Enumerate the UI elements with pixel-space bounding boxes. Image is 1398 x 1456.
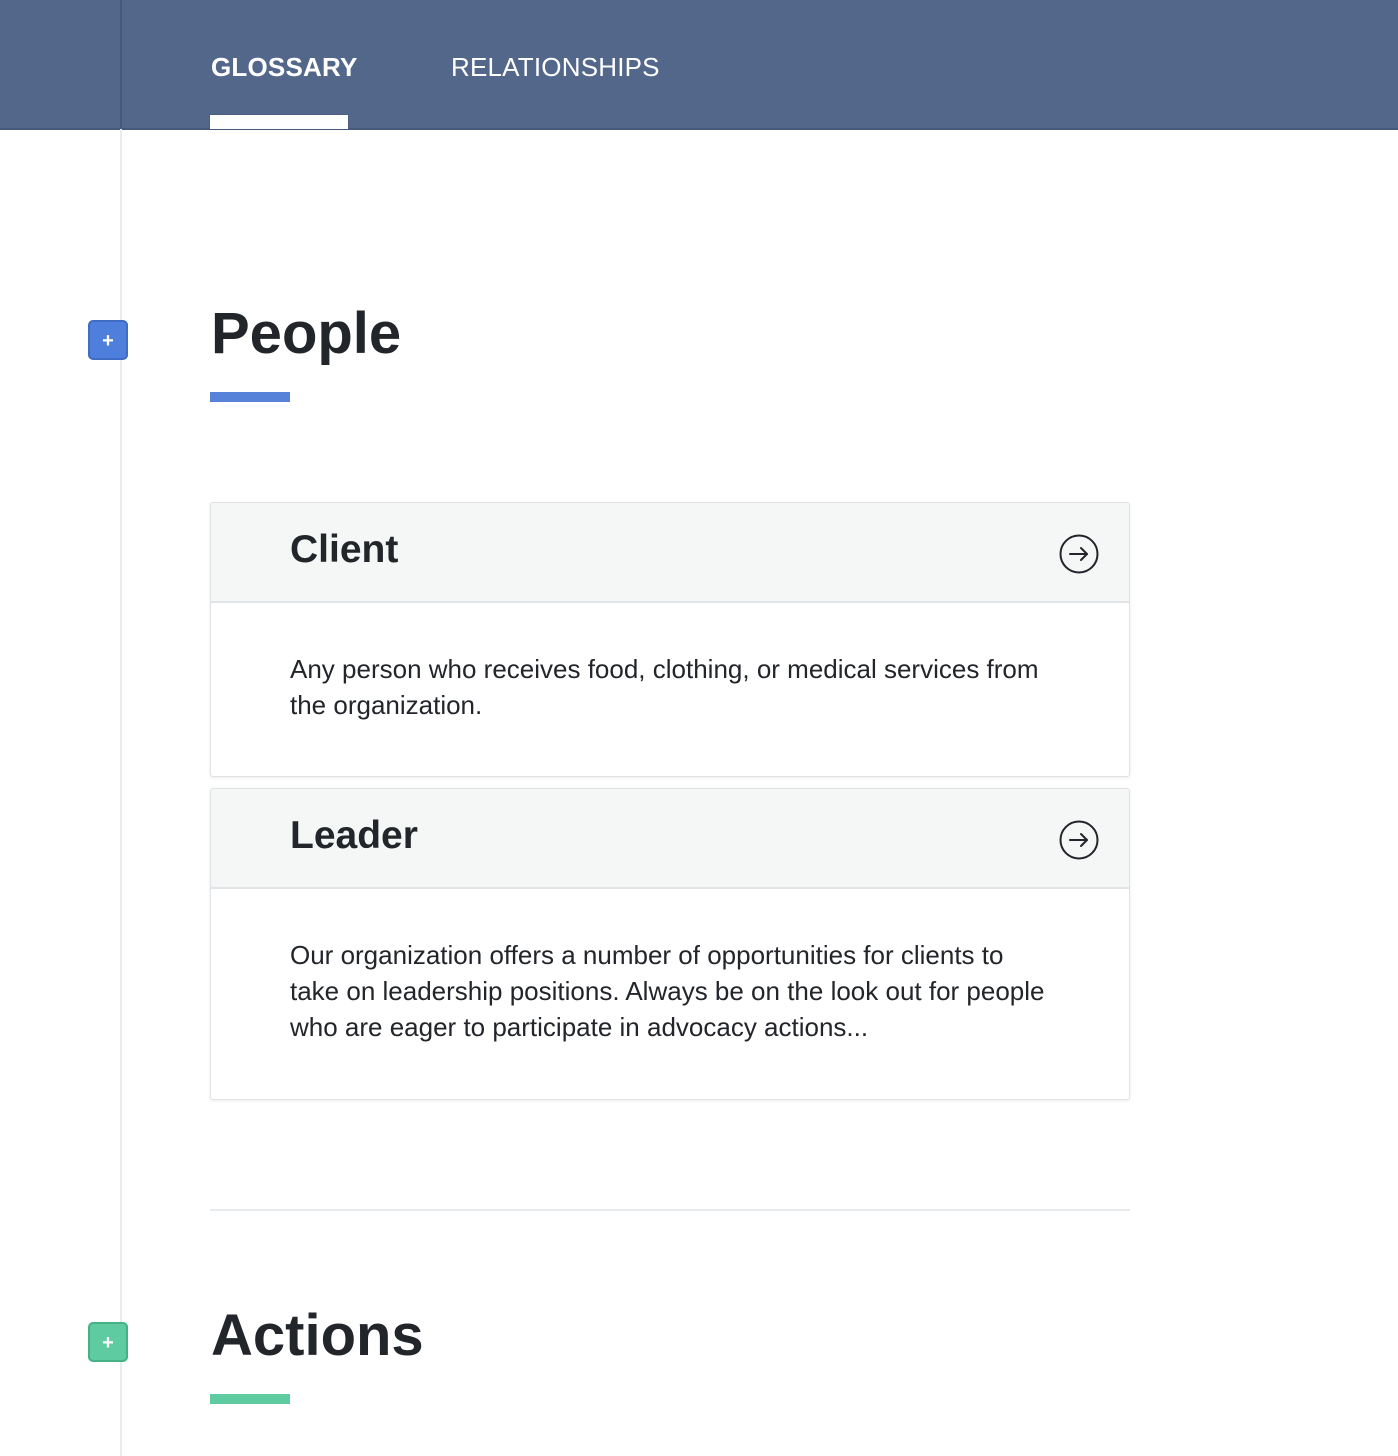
left-rail-line — [120, 0, 122, 1456]
card-header: Leader — [211, 789, 1129, 889]
top-nav-bar: GLOSSARY RELATIONSHIPS — [0, 0, 1398, 130]
add-people-button[interactable]: + — [88, 320, 128, 360]
plus-icon: + — [102, 1332, 114, 1354]
card-description-leader: Our organization offers a number of oppo… — [290, 940, 1045, 1042]
left-rail-header-divider — [120, 0, 122, 129]
section-title-actions: Actions — [211, 1303, 424, 1368]
add-actions-button[interactable]: + — [88, 1322, 128, 1362]
section-divider — [210, 1209, 1130, 1211]
tab-relationships[interactable]: RELATIONSHIPS — [451, 50, 660, 84]
section-underline-people — [210, 392, 290, 402]
section-title-people: People — [211, 301, 402, 366]
tab-glossary[interactable]: GLOSSARY — [211, 50, 358, 84]
glossary-card-leader[interactable]: Leader Our organization offers a number … — [210, 788, 1130, 1100]
arrow-right-circle-icon[interactable] — [1059, 534, 1099, 574]
glossary-card-client[interactable]: Client Any person who receives food, clo… — [210, 502, 1130, 777]
plus-icon: + — [102, 330, 114, 352]
card-title-client: Client — [290, 528, 399, 571]
card-description-client: Any person who receives food, clothing, … — [290, 654, 1039, 720]
card-title-leader: Leader — [290, 814, 418, 857]
card-header: Client — [211, 503, 1129, 603]
section-underline-actions — [210, 1394, 290, 1404]
active-tab-indicator — [209, 114, 349, 129]
arrow-right-circle-icon[interactable] — [1059, 820, 1099, 860]
